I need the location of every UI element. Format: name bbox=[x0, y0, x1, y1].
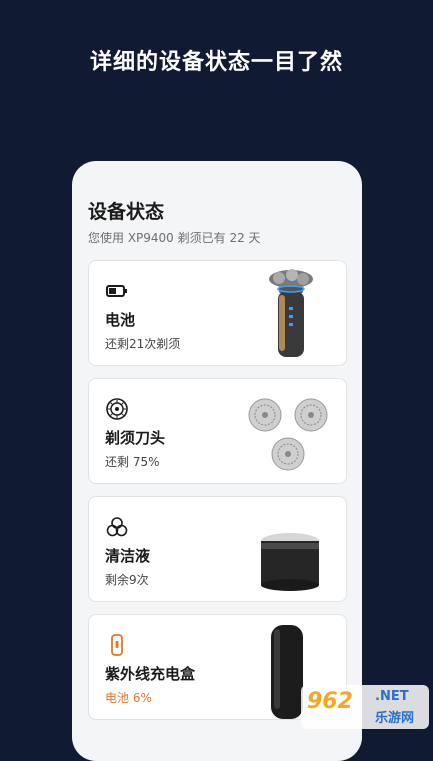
uv-case-image bbox=[271, 625, 303, 719]
card-battery[interactable]: 电池 还剩21次剃须 bbox=[88, 260, 347, 366]
shaver-image bbox=[269, 269, 313, 357]
card-status: 电池 6% bbox=[105, 691, 152, 705]
shaving-heads-image bbox=[248, 398, 328, 471]
watermark-domain: .NET bbox=[375, 689, 409, 704]
watermark-cn: 乐游网 bbox=[375, 711, 415, 726]
page-title: 设备状态 bbox=[88, 201, 165, 223]
phone-screen: 设备状态 您使用 XP9400 剃须已有 22 天 电池 还剩21次剃须 剃须刀… bbox=[72, 161, 362, 761]
card-status: 还剩 75% bbox=[105, 455, 160, 469]
card-name: 剃须刀头 bbox=[105, 429, 166, 447]
shaving-head-icon bbox=[106, 398, 128, 420]
uv-case-icon bbox=[111, 634, 123, 656]
battery-icon bbox=[106, 285, 127, 297]
card-shaving-head[interactable]: 剃须刀头 还剩 75% bbox=[88, 378, 347, 484]
watermark-brand: 962 bbox=[307, 689, 353, 714]
card-status: 剩余9次 bbox=[105, 573, 149, 587]
headline: 详细的设备状态一目了然 bbox=[89, 50, 343, 75]
card-cleaning-fluid[interactable]: 清洁液 剩余9次 bbox=[88, 496, 347, 602]
card-name: 紫外线充电盒 bbox=[105, 665, 196, 683]
card-status: 还剩21次剃须 bbox=[105, 337, 181, 351]
card-name: 清洁液 bbox=[105, 547, 151, 565]
cleaning-fluid-icon bbox=[106, 517, 128, 537]
card-name: 电池 bbox=[105, 311, 136, 329]
cleaning-cartridge-image bbox=[261, 533, 319, 591]
page-subtitle: 您使用 XP9400 剃须已有 22 天 bbox=[88, 231, 261, 245]
watermark-logo: 962 .NET 乐游网 bbox=[301, 685, 429, 729]
